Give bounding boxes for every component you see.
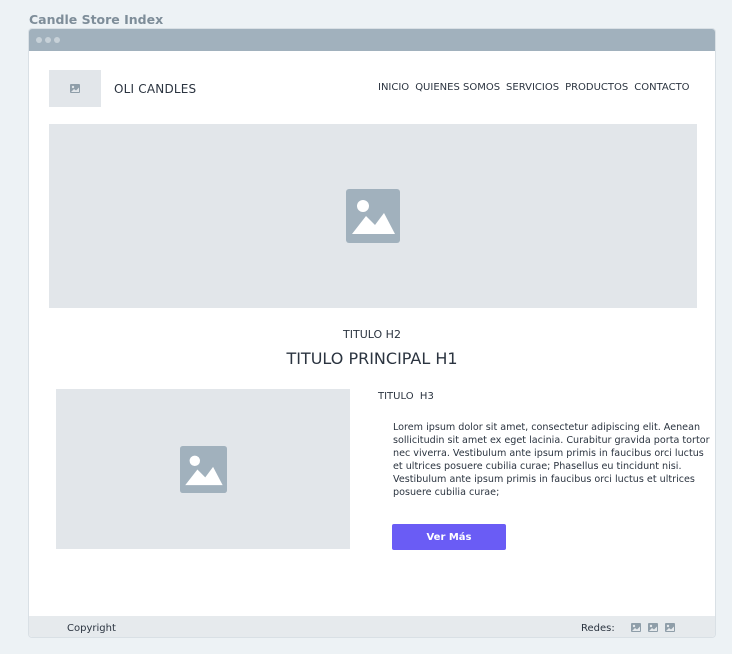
brand-name: OLI CANDLES [114,82,197,96]
nav-item-servicios[interactable]: SERVICIOS [506,82,559,93]
feature-image [56,389,350,549]
image-placeholder-icon [346,189,400,243]
social-links [631,623,675,632]
image-placeholder-icon[interactable] [631,623,641,632]
nav-item-inicio[interactable]: INICIO [378,82,409,93]
logo[interactable] [49,70,101,107]
image-placeholder-icon[interactable] [665,623,675,632]
window-dot-icon [36,37,42,43]
section-body: Lorem ipsum dolor sit amet, consectetur … [393,422,710,498]
nav-item-quienes-somos[interactable]: QUIENES SOMOS [415,82,500,93]
main-nav: INICIO QUIENES SOMOS SERVICIOS PRODUCTOS… [378,82,690,93]
nav-item-productos[interactable]: PRODUCTOS [565,82,628,93]
window-titlebar [29,29,715,51]
image-placeholder-icon [179,445,227,493]
image-placeholder-icon[interactable] [648,623,658,632]
hero-image [49,124,697,308]
footer: Copyright Redes: [29,616,715,637]
window-dot-icon [45,37,51,43]
social-label: Redes: [581,623,615,634]
section-title: TITULO H3 [378,391,434,402]
copyright-text: Copyright [67,623,116,634]
window-dot-icon [54,37,60,43]
nav-item-contacto[interactable]: CONTACTO [634,82,689,93]
browser-window: OLI CANDLES INICIO QUIENES SOMOS SERVICI… [29,29,715,637]
ver-mas-button[interactable]: Ver Más [392,524,506,550]
page-subtitle: TITULO H2 [343,328,401,341]
page-title: TITULO PRINCIPAL H1 [286,349,458,368]
image-placeholder-icon [70,84,80,93]
document-title: Candle Store Index [29,12,164,27]
